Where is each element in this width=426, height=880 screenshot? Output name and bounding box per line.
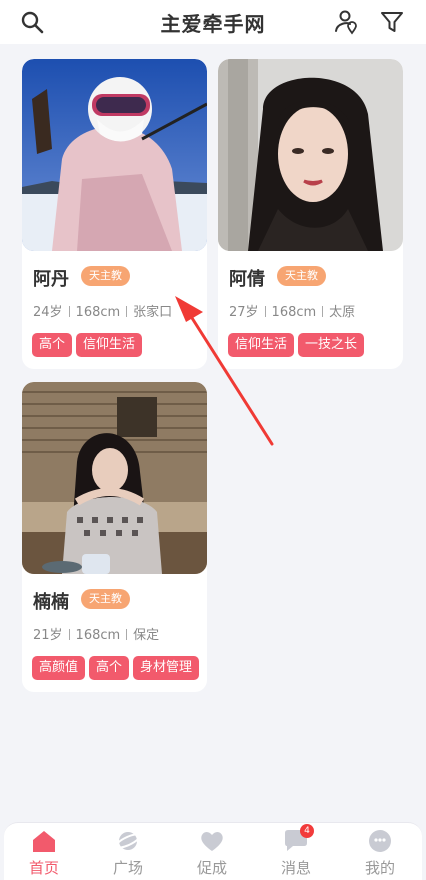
location-text: 保定 — [133, 628, 160, 643]
unread-badge: 4 — [300, 824, 314, 838]
religion-badge: 天主教 — [81, 266, 130, 286]
profile-info: 24岁 168cm 张家口 — [33, 301, 207, 320]
tab-label: 我的 — [364, 859, 395, 877]
divider — [126, 629, 128, 640]
religion-badge: 天主教 — [81, 589, 130, 609]
divider — [68, 629, 70, 640]
planet-icon — [115, 829, 141, 853]
profile-info: 27岁 168cm 太原 — [229, 301, 403, 320]
tag-list: 高颜值 高个 身材管理 — [32, 656, 207, 680]
app-title: 主爱牵手网 — [160, 12, 266, 36]
tab-messages[interactable]: 4 消息 — [266, 824, 326, 878]
tag-list: 高个 信仰生活 — [32, 333, 207, 357]
profile-name: 阿倩 — [229, 269, 265, 290]
tab-match[interactable]: 促成 — [182, 829, 242, 878]
tag: 一技之长 — [298, 333, 365, 357]
location-text: 太原 — [329, 305, 356, 320]
filter-icon[interactable] — [378, 8, 406, 36]
height-text: 168cm — [75, 305, 121, 320]
location-text: 张家口 — [133, 305, 173, 320]
tab-label: 首页 — [28, 859, 59, 877]
profile-photo — [22, 382, 207, 574]
divider — [126, 306, 128, 317]
age-text: 24岁 — [33, 305, 63, 320]
profile-name: 阿丹 — [33, 269, 69, 290]
top-navigation-bar: 主爱牵手网 — [0, 0, 426, 44]
profile-card[interactable]: 阿丹 天主教 24岁 168cm 张家口 高个 信仰生活 — [22, 59, 207, 369]
divider — [322, 306, 324, 317]
tab-label: 促成 — [196, 859, 227, 877]
tag: 高颜值 — [32, 656, 86, 680]
divider — [68, 306, 70, 317]
tag: 高个 — [32, 333, 73, 357]
profile-card[interactable]: 阿倩 天主教 27岁 168cm 太原 信仰生活 一技之长 — [218, 59, 403, 369]
age-text: 27岁 — [229, 305, 259, 320]
tab-home[interactable]: 首页 — [14, 829, 74, 878]
home-icon — [31, 829, 57, 853]
chat-bubble-icon: 4 — [283, 824, 314, 853]
profile-info: 21岁 168cm 保定 — [33, 624, 207, 643]
tab-mine[interactable]: 我的 — [350, 829, 410, 878]
tab-square[interactable]: 广场 — [98, 829, 158, 878]
age-text: 21岁 — [33, 628, 63, 643]
tab-label: 广场 — [112, 859, 143, 877]
tag: 身材管理 — [133, 656, 200, 680]
tag: 信仰生活 — [76, 333, 143, 357]
profile-name: 楠楠 — [33, 592, 69, 613]
bottom-tab-bar: 首页 广场 促成 4 消息 我的 — [4, 822, 422, 880]
profile-photo — [218, 59, 403, 251]
person-location-icon[interactable] — [332, 8, 360, 36]
heart-icon — [199, 829, 225, 853]
tag: 信仰生活 — [228, 333, 295, 357]
divider — [264, 306, 266, 317]
height-text: 168cm — [271, 305, 317, 320]
tag: 高个 — [89, 656, 130, 680]
height-text: 168cm — [75, 628, 121, 643]
tag-list: 信仰生活 一技之长 — [228, 333, 403, 357]
religion-badge: 天主教 — [277, 266, 326, 286]
face-icon — [367, 829, 393, 853]
tab-label: 消息 — [280, 859, 311, 877]
profile-card[interactable]: 楠楠 天主教 21岁 168cm 保定 高颜值 高个 身材管理 — [22, 382, 207, 692]
profile-photo — [22, 59, 207, 251]
